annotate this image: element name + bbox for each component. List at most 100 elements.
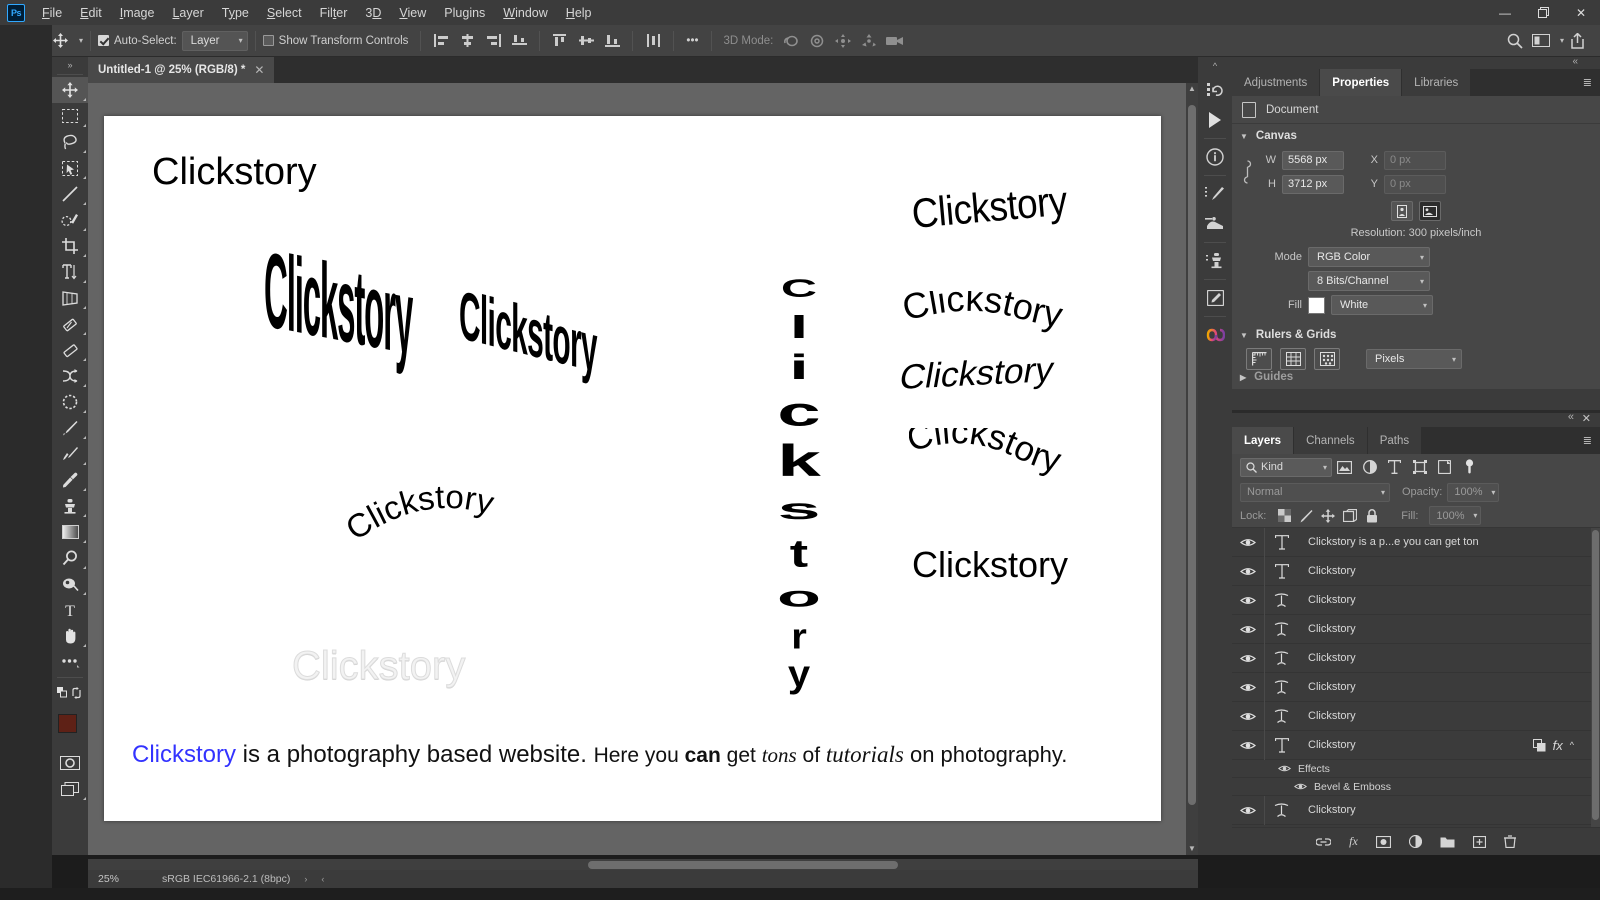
tab-properties[interactable]: Properties xyxy=(1320,69,1403,96)
fill-field[interactable]: 100% ▾ xyxy=(1429,506,1482,525)
canvas-area[interactable]: Clickstory Clickstory Clickstory Clickst… xyxy=(88,83,1198,855)
color-swatches[interactable] xyxy=(52,710,88,750)
layer-name[interactable]: Clickstory xyxy=(1298,652,1356,664)
lock-image-icon[interactable] xyxy=(1295,506,1317,526)
document-canvas[interactable]: Clickstory Clickstory Clickstory Clickst… xyxy=(104,116,1161,821)
align-left-edges-icon[interactable] xyxy=(428,29,454,53)
workspace-icon[interactable] xyxy=(1528,29,1554,53)
notes-icon[interactable] xyxy=(1198,283,1232,313)
auto-select-dropdown[interactable]: Layer ▾ xyxy=(181,30,248,51)
clone-stamp-tool[interactable] xyxy=(52,493,88,519)
new-layer-icon[interactable] xyxy=(1472,835,1486,848)
menu-help[interactable]: Help xyxy=(557,2,601,24)
auto-select-checkbox[interactable] xyxy=(98,35,110,46)
collapse-fx-chevron-up-icon[interactable]: ^ xyxy=(1570,740,1574,750)
blend-mode-dropdown[interactable]: Normal ▾ xyxy=(1240,482,1390,502)
gradients-icon[interactable] xyxy=(1198,320,1232,350)
canvas-section-header[interactable]: ▼ Canvas xyxy=(1232,124,1600,148)
layers-collapse-icon[interactable]: « xyxy=(1568,411,1574,423)
info-icon[interactable] xyxy=(1198,142,1232,172)
width-field[interactable]: 5568 px xyxy=(1282,150,1344,170)
brush-settings-icon[interactable] xyxy=(1198,179,1232,209)
dodge-tool[interactable] xyxy=(52,571,88,597)
toolbar-expand-icon[interactable]: » xyxy=(52,57,88,72)
status-expand-icon[interactable]: › xyxy=(304,874,307,884)
table-row[interactable]: Clickstory xyxy=(1232,556,1600,586)
3d-orbit-icon[interactable] xyxy=(778,29,804,53)
table-row[interactable]: Clickstory xyxy=(1232,643,1600,673)
link-layers-icon[interactable] xyxy=(1532,738,1546,752)
landscape-icon[interactable] xyxy=(1419,201,1441,221)
menu-type[interactable]: Type xyxy=(213,2,258,24)
canvas-vertical-scrollbar[interactable]: ▲ ▼ xyxy=(1186,83,1198,855)
canvas-text-right-slant[interactable]: Clickstory xyxy=(896,350,1057,398)
layer-name[interactable]: Clickstory xyxy=(1298,623,1356,635)
zoom-level[interactable]: 25% xyxy=(98,873,152,885)
pixel-layer-filter-icon[interactable] xyxy=(1332,456,1357,478)
color-mode-dropdown[interactable]: RGB Color ▾ xyxy=(1308,247,1430,267)
minimize-button[interactable]: — xyxy=(1486,0,1524,25)
foreground-color-swatch[interactable] xyxy=(58,714,77,733)
layer-name[interactable]: Clickstory xyxy=(1298,594,1356,606)
move-tool[interactable] xyxy=(52,77,88,103)
scrollbar-thumb[interactable] xyxy=(1592,530,1599,820)
distribute-spacing-icon[interactable] xyxy=(640,29,666,53)
lock-transparency-icon[interactable] xyxy=(1273,506,1295,526)
menu-3d[interactable]: 3D xyxy=(356,2,390,24)
layer-name[interactable]: Clickstory xyxy=(1298,681,1356,693)
menu-image[interactable]: Image xyxy=(111,2,164,24)
table-row[interactable]: Clickstory xyxy=(1232,795,1600,825)
menu-file[interactable]: File xyxy=(33,2,71,24)
default-colors-and-swap-icons[interactable] xyxy=(52,680,88,706)
portrait-icon[interactable] xyxy=(1391,201,1413,221)
units-dropdown[interactable]: Pixels ▾ xyxy=(1366,349,1462,369)
shuffle-tool[interactable] xyxy=(52,363,88,389)
filter-toggle-icon[interactable] xyxy=(1457,456,1482,478)
3d-slide-icon[interactable] xyxy=(856,29,882,53)
ruler-icon[interactable] xyxy=(1246,348,1272,370)
layer-thumbnail-type-icon[interactable] xyxy=(1264,556,1298,586)
3d-camera-icon[interactable] xyxy=(882,29,908,53)
layer-visibility-icon[interactable] xyxy=(1232,740,1264,751)
tool-preset-chevron-down-icon[interactable]: ▾ xyxy=(79,36,83,45)
eraser-tool[interactable] xyxy=(52,311,88,337)
share-icon[interactable] xyxy=(1564,29,1590,53)
mixer-brush-tool[interactable] xyxy=(52,441,88,467)
rulers-section-header[interactable]: ▼ Rulers & Grids xyxy=(1232,323,1600,347)
layer-thumbnail-warped-type-icon[interactable] xyxy=(1264,701,1298,731)
paragraph-link[interactable]: Clickstory xyxy=(132,741,236,768)
canvas-paragraph[interactable]: Clickstory is a photography based websit… xyxy=(132,741,1067,769)
tab-adjustments[interactable]: Adjustments xyxy=(1232,69,1321,96)
perspective-crop-tool[interactable] xyxy=(52,285,88,311)
type-tool[interactable] xyxy=(52,259,88,285)
new-group-icon[interactable] xyxy=(1440,836,1455,848)
canvas-text-fisheye-inverse[interactable]: Clickstory xyxy=(459,277,631,387)
adjustment-layer-icon[interactable] xyxy=(1408,835,1422,848)
layer-visibility-icon[interactable] xyxy=(1232,566,1264,577)
smart-object-filter-icon[interactable] xyxy=(1432,456,1457,478)
lock-position-icon[interactable] xyxy=(1317,506,1339,526)
layers-close-icon[interactable]: ✕ xyxy=(1582,412,1591,425)
status-collapse-icon[interactable]: ‹ xyxy=(321,874,324,884)
tab-libraries[interactable]: Libraries xyxy=(1402,69,1472,96)
horizontal-type-tool[interactable]: T xyxy=(52,597,88,623)
gradient-tool[interactable] xyxy=(52,337,88,363)
rectangular-marquee-tool[interactable] xyxy=(52,103,88,129)
scroll-down-arrow-icon[interactable]: ▼ xyxy=(1186,843,1198,855)
layer-visibility-icon[interactable] xyxy=(1232,805,1264,816)
opacity-field[interactable]: 100% ▾ xyxy=(1447,482,1500,502)
crop-tool[interactable] xyxy=(52,233,88,259)
layer-name[interactable]: Clickstory xyxy=(1298,565,1356,577)
height-field[interactable]: 3712 px xyxy=(1282,174,1344,194)
list-item[interactable]: Bevel & Emboss xyxy=(1232,778,1600,796)
canvas-text-plain-top-left[interactable]: Clickstory xyxy=(152,151,317,194)
close-button[interactable]: ✕ xyxy=(1562,0,1600,25)
layer-thumbnail-warped-type-icon[interactable] xyxy=(1264,795,1298,825)
canvas-text-right-rise[interactable]: Clickstory xyxy=(910,178,1069,238)
layer-visibility-icon[interactable] xyxy=(1232,682,1264,693)
link-icon[interactable] xyxy=(1242,159,1256,185)
panel-menu-icon[interactable]: ≣ xyxy=(1583,69,1600,96)
align-bottom-edges-icon[interactable] xyxy=(506,29,532,53)
lock-artboard-icon[interactable] xyxy=(1339,506,1361,526)
3d-roll-icon[interactable] xyxy=(804,29,830,53)
